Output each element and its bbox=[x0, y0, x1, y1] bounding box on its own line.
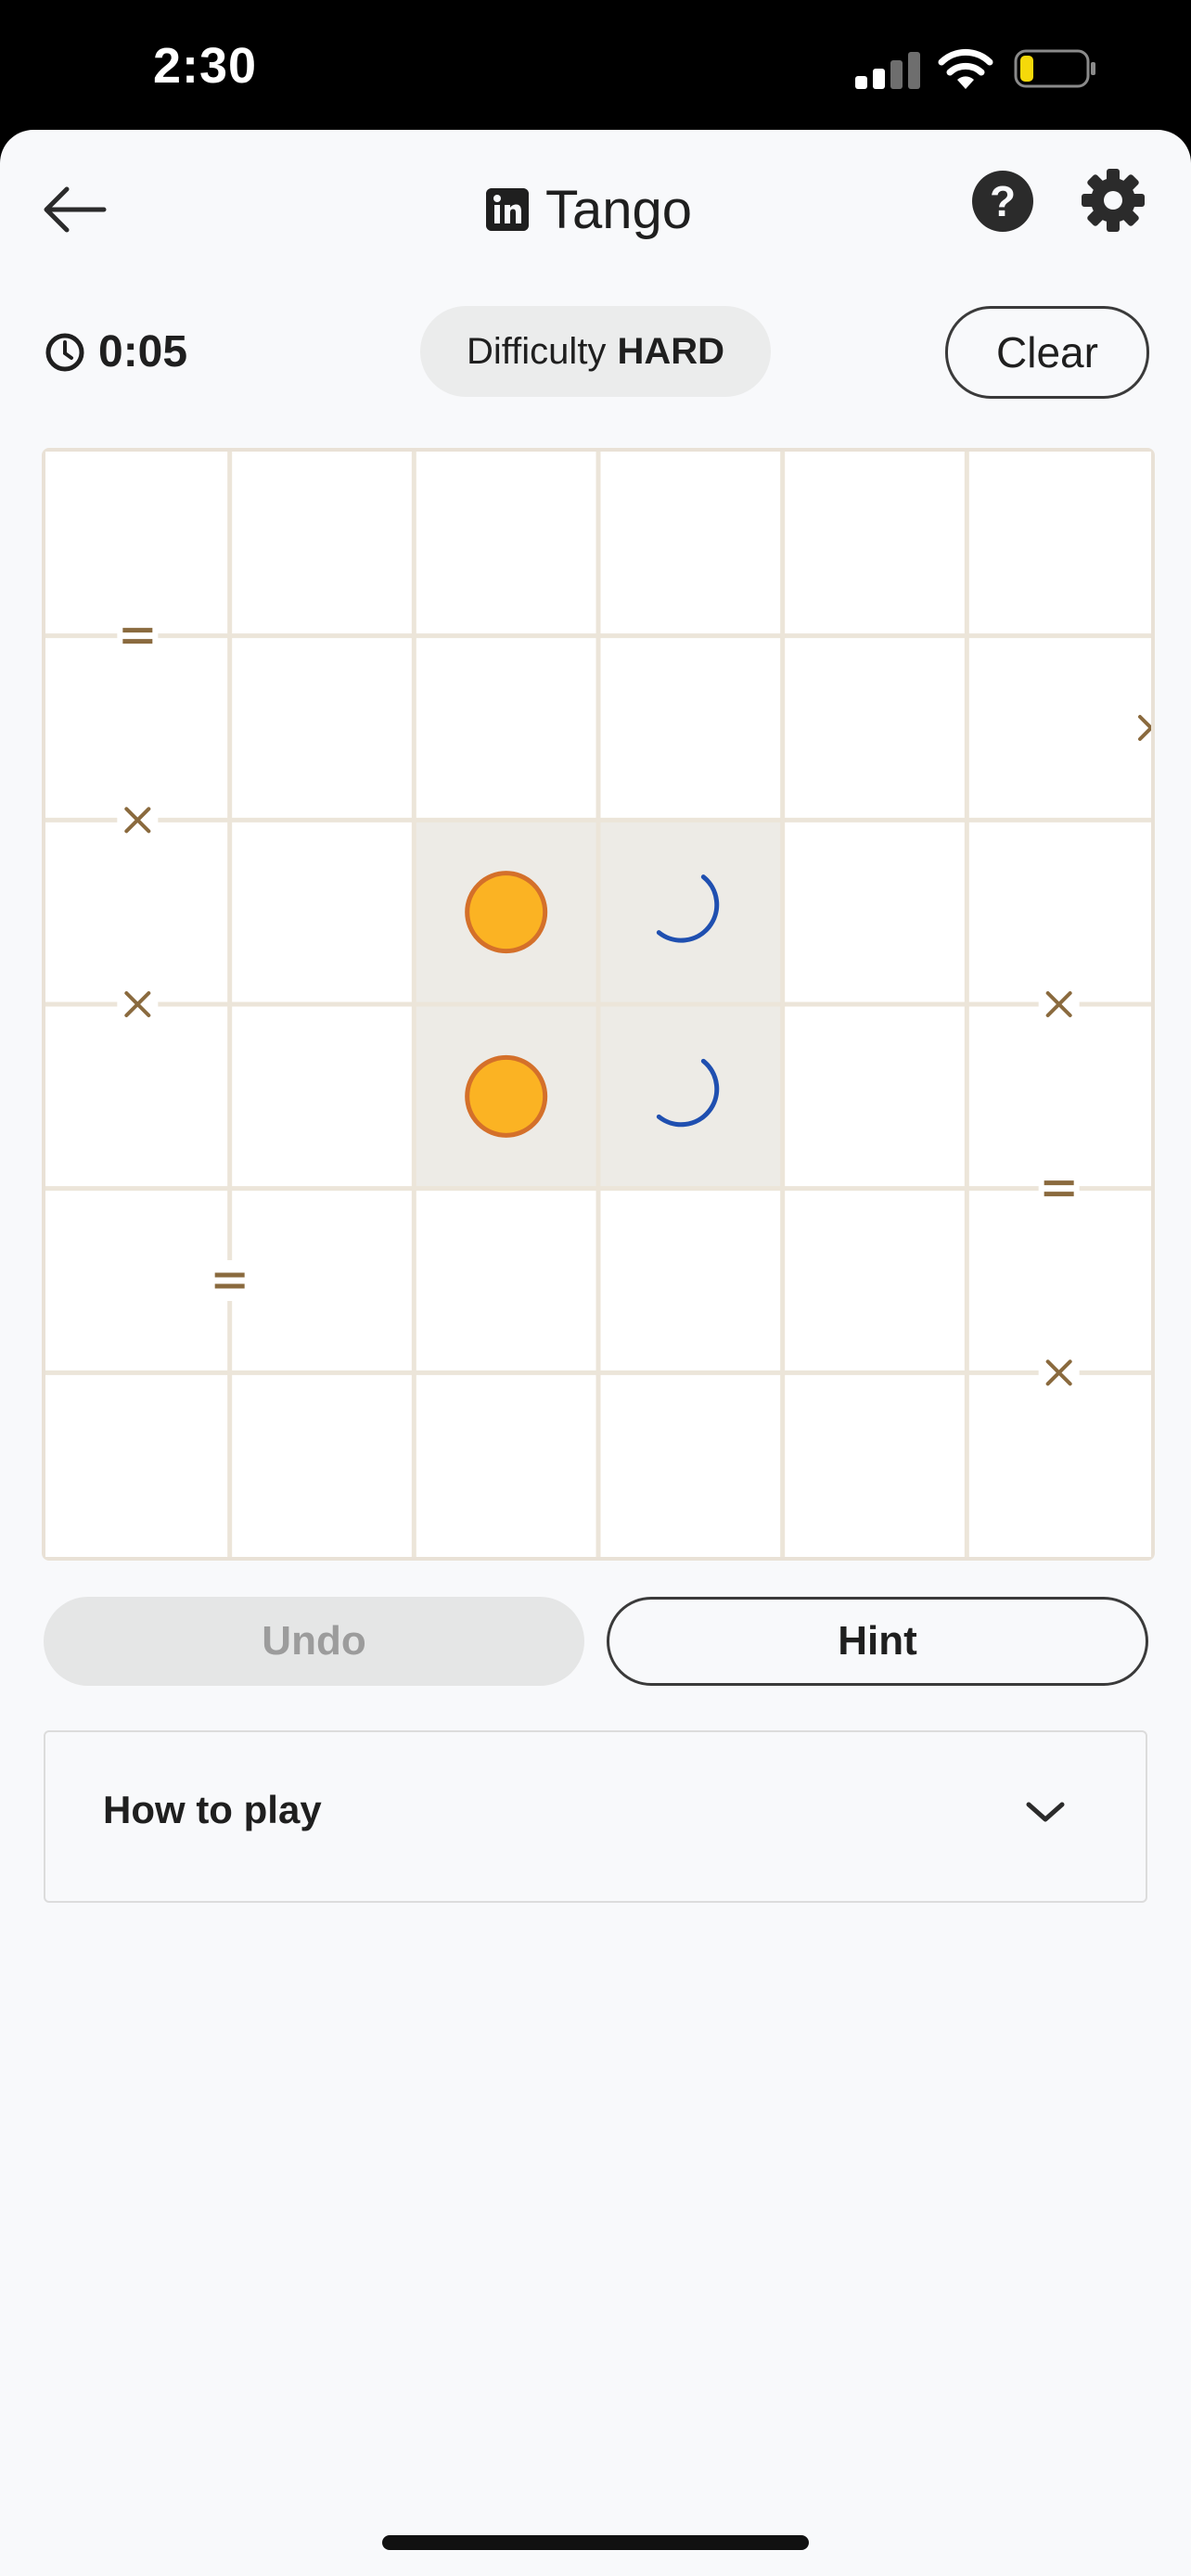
board-cell[interactable] bbox=[598, 1188, 783, 1373]
board-cell[interactable] bbox=[414, 452, 598, 636]
timer-value: 0:05 bbox=[98, 327, 188, 376]
board-cell[interactable] bbox=[967, 1188, 1151, 1373]
clock-icon bbox=[45, 333, 84, 371]
constraint-backdrop bbox=[117, 615, 159, 657]
board-cell[interactable] bbox=[967, 820, 1151, 1004]
board-cell[interactable] bbox=[967, 1004, 1151, 1189]
linkedin-logo-icon bbox=[486, 188, 529, 231]
hint-button[interactable]: Hint bbox=[607, 1597, 1148, 1686]
board-cell[interactable] bbox=[414, 635, 598, 821]
timer: 0:05 bbox=[45, 326, 187, 377]
board-cell[interactable] bbox=[229, 635, 415, 821]
board-cell[interactable] bbox=[414, 1188, 598, 1373]
difficulty-label: Difficulty bbox=[467, 330, 607, 372]
board-cell[interactable] bbox=[782, 820, 967, 1004]
home-indicator bbox=[382, 2535, 809, 2550]
undo-button[interactable]: Undo bbox=[44, 1597, 584, 1686]
board-cell[interactable] bbox=[229, 1372, 415, 1557]
how-to-play-label: How to play bbox=[103, 1788, 322, 1831]
difficulty-badge: Difficulty HARD bbox=[420, 306, 771, 397]
settings-gear-icon[interactable] bbox=[1080, 167, 1146, 234]
page-title: Tango bbox=[545, 179, 693, 240]
board-cell[interactable] bbox=[598, 1004, 783, 1189]
board-cell[interactable] bbox=[967, 1372, 1151, 1557]
board-cell[interactable] bbox=[598, 1372, 783, 1557]
difficulty-level: HARD bbox=[617, 330, 724, 372]
back-arrow-icon[interactable] bbox=[37, 171, 115, 249]
cellular-signal-icon bbox=[855, 52, 920, 89]
board-cell[interactable] bbox=[782, 452, 967, 636]
board-cell[interactable] bbox=[229, 1004, 415, 1189]
sun-icon bbox=[465, 1054, 548, 1138]
title-group: Tango bbox=[486, 171, 692, 249]
constraint-backdrop bbox=[1038, 1167, 1080, 1209]
board-cell[interactable] bbox=[45, 1004, 230, 1189]
board-cell[interactable] bbox=[45, 1188, 230, 1373]
board-cell[interactable] bbox=[782, 1188, 967, 1373]
constraint-backdrop bbox=[209, 1260, 250, 1301]
help-button[interactable]: ? bbox=[972, 171, 1033, 232]
board-cell[interactable] bbox=[598, 820, 783, 1004]
action-row: Undo Hint bbox=[0, 1597, 1191, 1690]
constraint-backdrop bbox=[1131, 708, 1151, 748]
board-cell[interactable] bbox=[782, 1004, 967, 1189]
sun-icon bbox=[465, 871, 548, 954]
wifi-icon bbox=[938, 48, 993, 89]
board-cell[interactable] bbox=[782, 1372, 967, 1557]
board-cell[interactable] bbox=[45, 1372, 230, 1557]
status-bar: 2:30 bbox=[0, 0, 1191, 130]
chevron-down-icon bbox=[1026, 1802, 1065, 1822]
status-time: 2:30 bbox=[153, 38, 258, 94]
board-cell[interactable] bbox=[229, 820, 415, 1004]
game-board bbox=[42, 448, 1155, 1561]
board-cell[interactable] bbox=[45, 452, 230, 636]
clear-button[interactable]: Clear bbox=[945, 306, 1149, 399]
battery-icon bbox=[1014, 49, 1095, 88]
board-cell[interactable] bbox=[967, 635, 1151, 821]
board-cell[interactable] bbox=[229, 452, 415, 636]
how-to-play-accordion[interactable]: How to play bbox=[44, 1730, 1147, 1903]
board-cell[interactable] bbox=[414, 1372, 598, 1557]
board-cell[interactable] bbox=[782, 635, 967, 821]
control-row: 0:05 Difficulty HARD Clear bbox=[0, 306, 1191, 399]
board-cell[interactable] bbox=[229, 1188, 415, 1373]
top-nav: Tango ? bbox=[0, 130, 1191, 278]
board-cell[interactable] bbox=[598, 635, 783, 821]
board-cell[interactable] bbox=[45, 635, 230, 821]
board-grid bbox=[45, 452, 1151, 1557]
board-cell[interactable] bbox=[45, 820, 230, 1004]
game-sheet: Tango ? 0:05 Difficulty HARD Clear Undo … bbox=[0, 130, 1191, 2576]
board-cell[interactable] bbox=[967, 452, 1151, 636]
board-cell[interactable] bbox=[598, 452, 783, 636]
